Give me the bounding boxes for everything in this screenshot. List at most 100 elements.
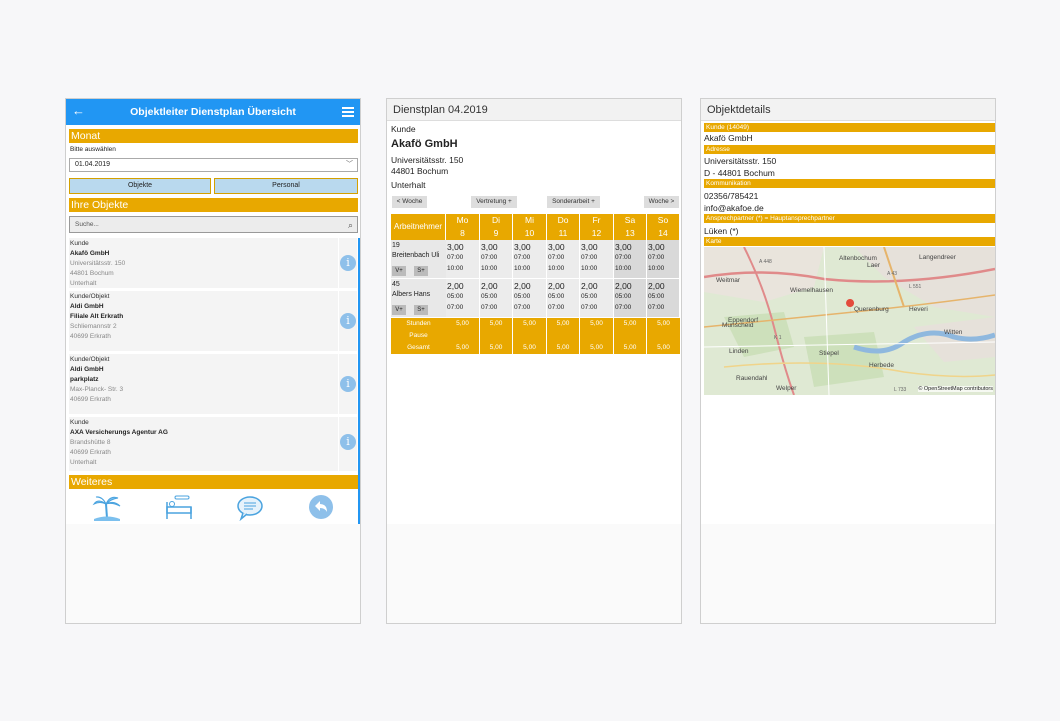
- card-line: Max-Planck- Str. 3: [70, 386, 124, 393]
- map-label: A 43: [887, 271, 898, 277]
- map-label: Langendreer: [919, 254, 956, 261]
- month-dropdown[interactable]: 01.04.2019 ﹀: [69, 158, 358, 172]
- location-map[interactable]: Altenbochum Laer Langendreer Weitmar Wie…: [704, 247, 995, 395]
- contact-value: Lüken (*): [704, 226, 739, 236]
- v-plus-button[interactable]: V+: [392, 266, 406, 276]
- map-label: A 448: [759, 259, 772, 265]
- map-label: Herbede: [869, 362, 894, 369]
- objekte-button[interactable]: Objekte: [69, 178, 211, 194]
- object-card[interactable]: Kunde AXA Versicherungs Agentur AG Brand…: [69, 417, 338, 471]
- sum-cell: 5,00 5,00: [480, 318, 513, 354]
- info-icon[interactable]: i: [340, 376, 356, 392]
- reply-icon[interactable]: [306, 494, 336, 521]
- card-line: 40699 Erkrath: [70, 396, 111, 403]
- shift-cell[interactable]: 3,00 07:00 10:00: [446, 240, 480, 278]
- panel-title: Dienstplan 04.2019: [387, 99, 681, 121]
- summary-row: Stunden Pause Gesamt 5,00 5,00 5,00 5,00 5…: [391, 318, 680, 354]
- contract-type: Unterhalt: [391, 180, 426, 190]
- card-line: 40699 Erkrath: [70, 449, 111, 456]
- section-monat: Monat: [69, 129, 358, 143]
- month-value: 01.04.2019: [75, 161, 111, 168]
- personal-button[interactable]: Personal: [214, 178, 358, 194]
- shift-cell[interactable]: 3,00 07:00 10:00: [580, 240, 614, 278]
- info-icon[interactable]: i: [340, 313, 356, 329]
- card-line: Universitätsstr. 150: [70, 260, 126, 267]
- chat-icon[interactable]: [235, 494, 265, 521]
- s-plus-button[interactable]: S+: [414, 266, 428, 276]
- palm-tree-icon[interactable]: [92, 494, 122, 521]
- scrollbar[interactable]: [358, 238, 360, 525]
- card-object: Filiale Alt Erkrath: [70, 313, 124, 320]
- map-label: Witten: [944, 329, 963, 336]
- hamburger-menu-icon[interactable]: [342, 107, 354, 117]
- sum-cell: 5,00 5,00: [446, 318, 480, 354]
- shift-cell[interactable]: 3,00 07:00 10:00: [513, 240, 547, 278]
- sum-cell: 5,00 5,00: [580, 318, 614, 354]
- sonderarbeit-button[interactable]: Sonderarbeit +: [547, 196, 600, 208]
- empty-area: [701, 524, 995, 623]
- map-attribution[interactable]: © OpenStreetMap contributors: [918, 386, 993, 392]
- shift-cell[interactable]: 2,00 05:00 07:00: [547, 279, 580, 317]
- sum-cell: 5,00 5,00: [614, 318, 647, 354]
- info-icon[interactable]: i: [340, 434, 356, 450]
- stunden-label: Stunden: [406, 320, 431, 327]
- sick-bed-icon[interactable]: [164, 494, 194, 521]
- shift-cell[interactable]: 2,00 05:00 07:00: [614, 279, 647, 317]
- prev-week-button[interactable]: < Woche: [392, 196, 427, 208]
- app-header: ← Objektleiter Dienstplan Übersicht: [66, 99, 360, 125]
- object-card[interactable]: Kunde/Objekt Aldi GmbH Filiale Alt Erkra…: [69, 291, 338, 351]
- v-plus-button[interactable]: V+: [392, 305, 406, 315]
- map-label: Altenbochum: [839, 255, 877, 262]
- map-label: L 733: [894, 387, 907, 393]
- shift-cell[interactable]: 3,00 07:00 10:00: [647, 240, 680, 278]
- search-input[interactable]: Suche... ⌕: [69, 216, 358, 233]
- gesamt-label: Gesamt: [407, 344, 430, 351]
- pause-label: Pause: [409, 332, 428, 339]
- shift-cell[interactable]: 2,00 05:00 07:00: [480, 279, 513, 317]
- employee-id: 45: [392, 281, 400, 288]
- card-line: Unterhalt: [70, 280, 97, 287]
- day-header: So 14: [647, 214, 680, 240]
- object-card[interactable]: Kunde Akafö GmbH Universitätsstr. 150 44…: [69, 238, 338, 288]
- employee-name: Albers Hans: [392, 291, 431, 298]
- employee-row: 19 Breitenbach Uli V+ S+ 3,00 07:00 10:00 …: [391, 240, 680, 278]
- phone-value[interactable]: 02356/785421: [704, 191, 758, 201]
- section-weiteres: Weiteres: [69, 475, 358, 489]
- card-line: Brandshütte 8: [70, 439, 111, 446]
- s-plus-button[interactable]: S+: [414, 305, 428, 315]
- shift-cell[interactable]: 3,00 07:00 10:00: [480, 240, 513, 278]
- kunde-label: Kunde: [391, 124, 416, 134]
- sum-cell: 5,00 5,00: [513, 318, 547, 354]
- section-kommunikation: Kommunikation: [704, 179, 995, 188]
- next-week-button[interactable]: Woche >: [644, 196, 679, 208]
- info-cell: i: [339, 238, 357, 288]
- shift-cell[interactable]: 2,00 05:00 07:00: [647, 279, 680, 317]
- map-label: L 551: [909, 284, 922, 290]
- employee-cell: 45 Albers Hans V+ S+: [391, 279, 446, 317]
- chevron-down-icon: ﹀: [346, 161, 353, 168]
- back-arrow-icon[interactable]: ←: [72, 103, 85, 118]
- card-line: Schliemannstr 2: [70, 323, 117, 330]
- map-label: Wiemelhausen: [790, 287, 833, 294]
- info-cell: i: [339, 291, 357, 351]
- map-label: Querenburg: [854, 306, 889, 313]
- shift-cell[interactable]: 3,00 07:00 10:00: [547, 240, 580, 278]
- day-header: Fr 12: [580, 214, 614, 240]
- card-object: parkplatz: [70, 376, 99, 383]
- header-arbeitnehmer: Arbeitnehmer: [391, 214, 446, 240]
- info-icon[interactable]: i: [340, 255, 356, 271]
- shift-cell[interactable]: 2,00 05:00 07:00: [513, 279, 547, 317]
- card-line: 44801 Bochum: [70, 270, 114, 277]
- search-icon: ⌕: [347, 220, 353, 230]
- object-card[interactable]: Kunde/Objekt Aldi GmbH parkplatz Max-Pla…: [69, 354, 338, 414]
- card-line: Unterhalt: [70, 459, 97, 466]
- street: Universitätsstr. 150: [391, 155, 464, 165]
- vertretung-button[interactable]: Vertretung +: [471, 196, 517, 208]
- shift-cell[interactable]: 2,00 05:00 07:00: [580, 279, 614, 317]
- email-value[interactable]: info@akafoe.de: [704, 203, 764, 213]
- shift-cell[interactable]: 2,00 05:00 07:00: [446, 279, 480, 317]
- shift-cell[interactable]: 3,00 07:00 10:00: [614, 240, 647, 278]
- card-type: Kunde: [70, 240, 89, 247]
- card-type: Kunde/Objekt: [70, 356, 110, 363]
- info-cell: i: [339, 417, 357, 471]
